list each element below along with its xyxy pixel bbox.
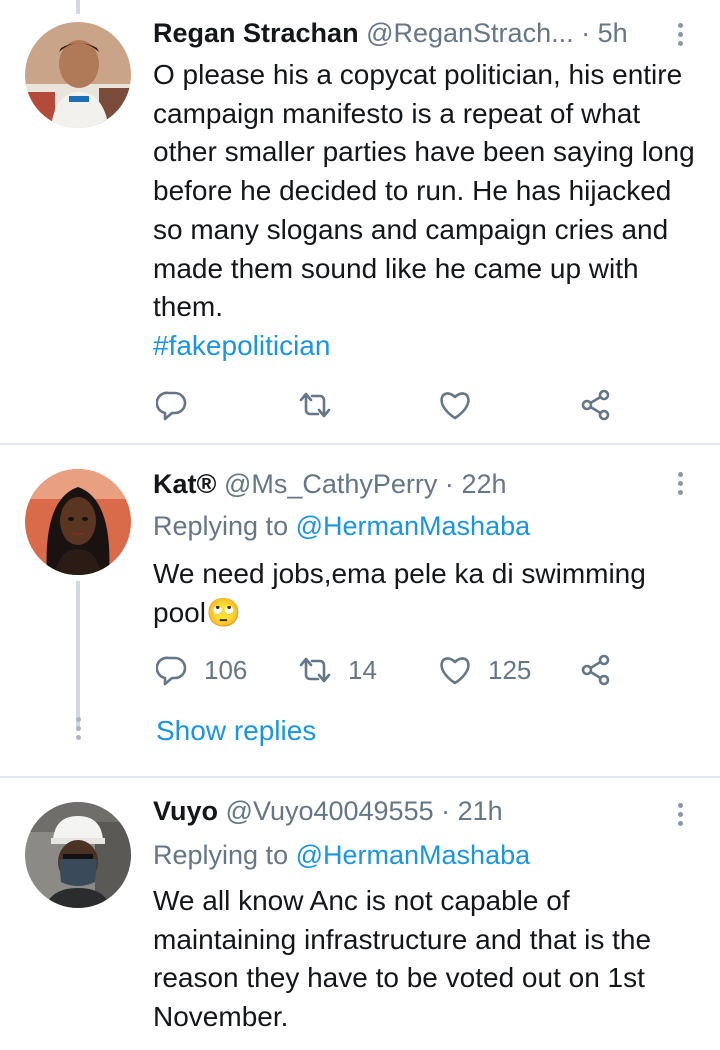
reply-icon bbox=[156, 391, 187, 421]
separator-dot: · bbox=[581, 18, 591, 48]
mention-link[interactable]: @HermanMashaba bbox=[296, 840, 531, 870]
share-icon bbox=[581, 389, 610, 421]
timestamp[interactable]: 22h bbox=[461, 469, 506, 499]
more-vertical-icon[interactable] bbox=[670, 800, 690, 834]
tweet-actions bbox=[156, 388, 636, 422]
mention-link[interactable]: @HermanMashaba bbox=[296, 511, 531, 541]
separator-dot: · bbox=[441, 796, 451, 826]
thread-continuation-dots bbox=[74, 717, 82, 744]
user-handle[interactable]: @ReganStrach... bbox=[366, 18, 574, 48]
reply-button[interactable]: 106 bbox=[156, 653, 247, 687]
retweet-button[interactable] bbox=[298, 388, 332, 422]
tweet-body-text: We all know Anc is not capable of mainta… bbox=[153, 885, 652, 1033]
tweet-text: O please his a copycat politician, his e… bbox=[153, 56, 703, 366]
share-button[interactable] bbox=[580, 653, 612, 687]
avatar[interactable] bbox=[25, 22, 131, 128]
like-button[interactable] bbox=[438, 388, 472, 422]
reply-button[interactable] bbox=[156, 388, 188, 422]
timestamp[interactable]: 21h bbox=[458, 796, 503, 826]
replying-to: Replying to @HermanMashaba bbox=[153, 511, 530, 542]
tweet-actions: 106 14 125 bbox=[156, 653, 636, 687]
reply-count: 106 bbox=[204, 654, 248, 685]
display-name[interactable]: Kat bbox=[153, 469, 197, 499]
retweet-icon bbox=[299, 657, 331, 683]
tweet-text: We all know Anc is not capable of mainta… bbox=[153, 882, 703, 1037]
heart-icon bbox=[440, 657, 470, 685]
avatar[interactable] bbox=[25, 802, 131, 908]
eye-roll-emoji: 🙄 bbox=[205, 596, 241, 628]
tweet-regan[interactable]: Regan Strachan @ReganStrach... · 5h O pl… bbox=[0, 0, 720, 445]
display-name[interactable]: Regan Strachan bbox=[153, 18, 359, 48]
replying-prefix: Replying to bbox=[153, 511, 289, 541]
display-name[interactable]: Vuyo bbox=[153, 796, 218, 826]
like-button[interactable]: 125 bbox=[438, 653, 531, 687]
tweet-vuyo[interactable]: Vuyo @Vuyo40049555 · 21h Replying to @He… bbox=[0, 778, 720, 1050]
share-icon bbox=[581, 654, 610, 686]
tweet-header: Vuyo @Vuyo40049555 · 21h bbox=[153, 796, 650, 832]
timestamp[interactable]: 5h bbox=[598, 18, 628, 48]
more-vertical-icon[interactable] bbox=[670, 20, 690, 54]
thread-line bbox=[76, 581, 80, 731]
like-count: 125 bbox=[488, 654, 532, 685]
more-vertical-icon[interactable] bbox=[670, 469, 690, 503]
reply-icon bbox=[156, 656, 187, 686]
separator-dot: · bbox=[444, 469, 454, 499]
tweet-text: We need jobs,ema pele ka di swimming poo… bbox=[153, 555, 693, 632]
hashtag-link[interactable]: #fakepolitician bbox=[153, 330, 330, 361]
retweet-button[interactable]: 14 bbox=[298, 653, 377, 687]
replying-to: Replying to @HermanMashaba bbox=[153, 840, 530, 871]
show-replies-link[interactable]: Show replies bbox=[156, 715, 316, 747]
retweet-icon bbox=[299, 392, 331, 418]
avatar[interactable] bbox=[25, 469, 131, 575]
heart-icon bbox=[440, 392, 470, 420]
retweet-count: 14 bbox=[348, 654, 377, 685]
user-handle[interactable]: @Vuyo40049555 bbox=[226, 796, 434, 826]
tweet-kat[interactable]: Kat® @Ms_CathyPerry · 22h Replying to @H… bbox=[0, 445, 720, 777]
tweet-header: Regan Strachan @ReganStrach... · 5h bbox=[153, 18, 650, 54]
tweet-header: Kat® @Ms_CathyPerry · 22h bbox=[153, 469, 650, 505]
replying-prefix: Replying to bbox=[153, 840, 289, 870]
user-handle[interactable]: @Ms_CathyPerry bbox=[224, 469, 437, 499]
tweet-body-text: O please his a copycat politician, his e… bbox=[153, 59, 695, 323]
registered-badge: ® bbox=[196, 469, 217, 499]
share-button[interactable] bbox=[580, 388, 612, 422]
